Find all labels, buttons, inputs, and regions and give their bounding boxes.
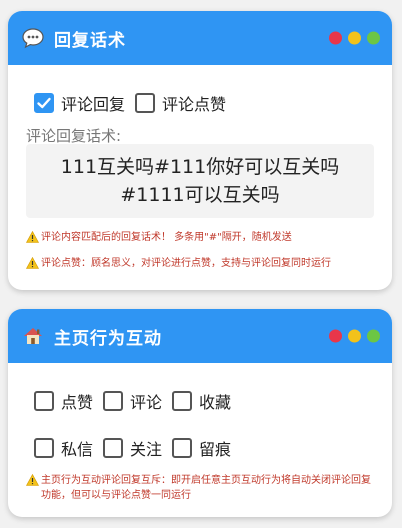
message-checkbox[interactable] — [34, 438, 54, 458]
yellow-dot[interactable] — [348, 31, 361, 45]
green-dot[interactable] — [367, 329, 380, 343]
follow-checkbox[interactable] — [103, 438, 124, 458]
option-comment-like[interactable]: 评论点赞 — [135, 91, 226, 115]
red-dot[interactable] — [329, 329, 342, 343]
reply-script-input[interactable]: 111互关吗#111你好可以互关吗#1111可以互关吗 — [26, 144, 374, 218]
like-checkbox[interactable] — [34, 391, 54, 411]
home-options-row-2: 私信 关注 留痕 — [34, 436, 241, 460]
notice-home-interaction-text: 主页行为互动评论回复互斥：即开启任意主页互动行为将自动关闭评论回复功能，但可以与… — [41, 475, 371, 501]
notice-reply-content-text: 评论内容匹配后的回复话术！ 多条用"#"隔开，随机发送 — [41, 232, 292, 243]
trace-label: 留痕 — [199, 440, 232, 459]
warning-icon — [26, 231, 39, 243]
favorite-checkbox[interactable] — [172, 391, 193, 411]
trace-checkbox[interactable] — [172, 438, 193, 458]
reply-card-title: 回复话术 — [54, 30, 126, 51]
option-trace[interactable]: 留痕 — [172, 436, 231, 460]
window-dots — [329, 31, 380, 45]
speech-bubble-icon — [22, 27, 44, 49]
checkmark-icon — [37, 97, 51, 109]
home-card-header: 主页行为互动 — [8, 309, 392, 363]
warning-icon — [26, 257, 39, 269]
yellow-dot[interactable] — [348, 329, 361, 343]
message-label: 私信 — [61, 440, 94, 459]
script-label: 评论回复话术: — [26, 127, 122, 145]
house-icon — [22, 325, 44, 347]
option-favorite[interactable]: 收藏 — [172, 389, 231, 413]
notice-comment-like-text: 评论点赞：顾名思义，对评论进行点赞，支持与评论回复同时运行 — [41, 258, 331, 269]
home-card-title: 主页行为互动 — [54, 328, 162, 349]
reply-script-text: 111互关吗#111你好可以互关吗#1111可以互关吗 — [60, 156, 340, 206]
follow-label: 关注 — [130, 440, 163, 459]
red-dot[interactable] — [329, 31, 342, 45]
home-options-row-1: 点赞 评论 收藏 — [34, 389, 241, 413]
reply-options-row: 评论回复 评论点赞 — [34, 91, 236, 115]
comment-like-label: 评论点赞 — [162, 95, 227, 114]
option-comment-reply[interactable]: 评论回复 — [34, 91, 125, 115]
comment-like-checkbox[interactable] — [135, 93, 156, 113]
notice-home-interaction: 主页行为互动评论回复互斥：即开启任意主页互动行为将自动关闭评论回复功能，但可以与… — [26, 473, 378, 503]
warning-icon — [26, 474, 39, 486]
reply-card-header: 回复话术 — [8, 11, 392, 65]
green-dot[interactable] — [367, 31, 380, 45]
reply-script-card: 回复话术 评论回复 评论点赞 评论回复话术: 111互关吗#111你好可以互关吗… — [8, 11, 392, 290]
notice-reply-content: 评论内容匹配后的回复话术！ 多条用"#"隔开，随机发送 — [26, 230, 378, 245]
like-label: 点赞 — [61, 393, 94, 412]
option-message[interactable]: 私信 — [34, 436, 93, 460]
option-comment[interactable]: 评论 — [103, 389, 162, 413]
window-dots — [329, 329, 380, 343]
comment-reply-checkbox[interactable] — [34, 93, 54, 113]
home-interaction-card: 主页行为互动 点赞 评论 收藏 私信 关注 留痕 主页行为互动评论回复互斥：即开… — [8, 309, 392, 517]
comment-reply-label: 评论回复 — [61, 95, 126, 114]
option-like[interactable]: 点赞 — [34, 389, 93, 413]
comment-label: 评论 — [130, 393, 163, 412]
notice-comment-like: 评论点赞：顾名思义，对评论进行点赞，支持与评论回复同时运行 — [26, 256, 378, 271]
comment-checkbox[interactable] — [103, 391, 124, 411]
favorite-label: 收藏 — [199, 393, 232, 412]
option-follow[interactable]: 关注 — [103, 436, 162, 460]
